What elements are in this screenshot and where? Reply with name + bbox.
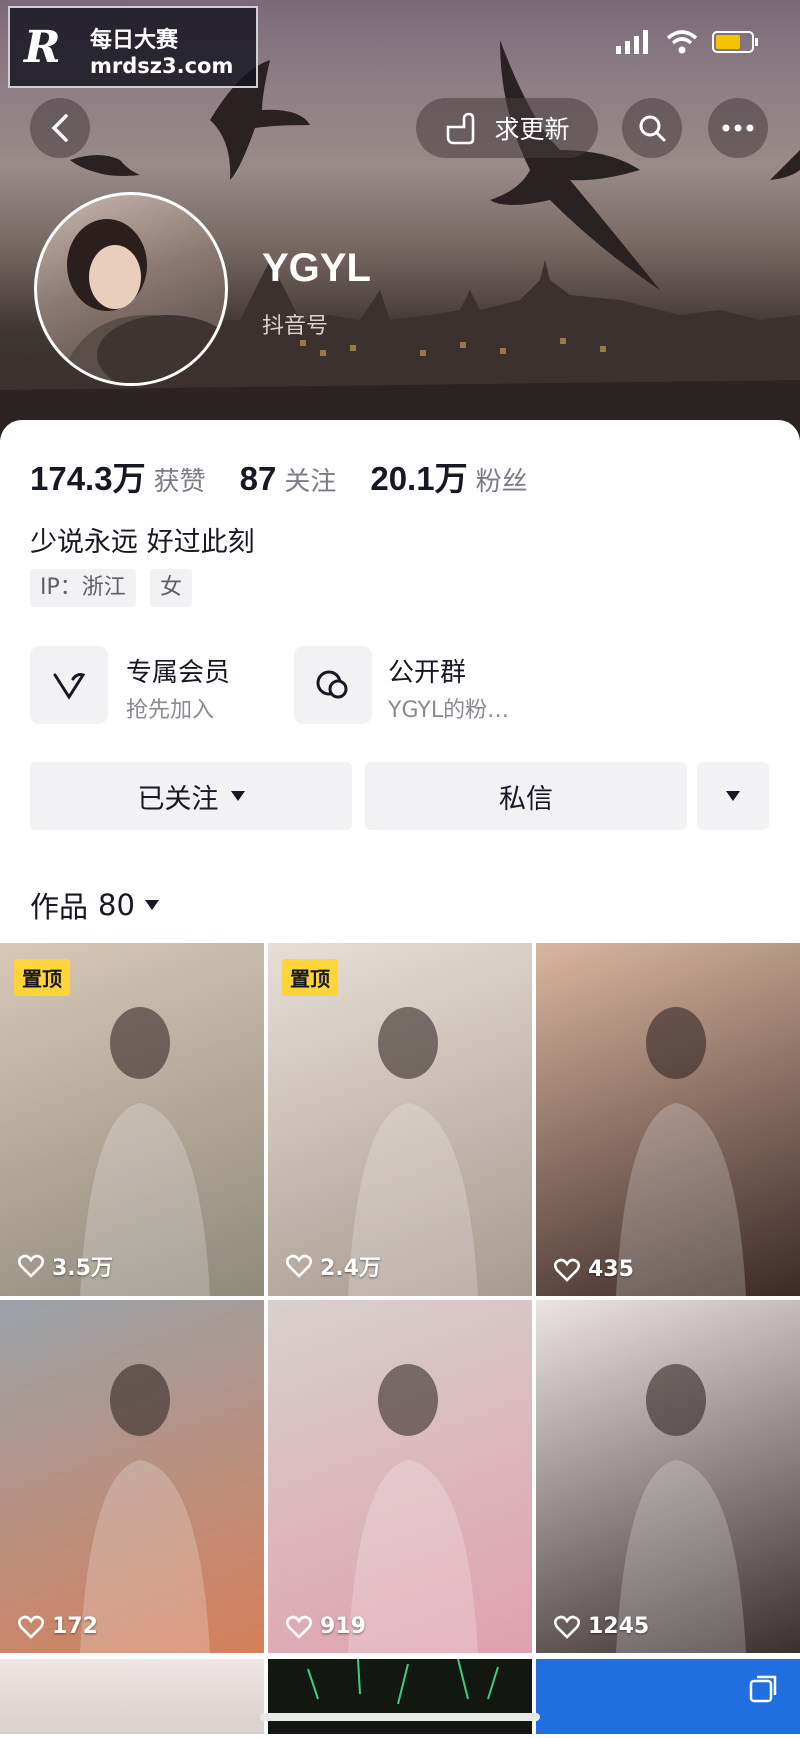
caret-down-icon [726,791,740,801]
stat-following-value: 87 [239,460,277,497]
video-thumbnail[interactable]: 172 [0,1300,264,1653]
heart-icon [286,1254,312,1278]
heart-icon [286,1615,312,1639]
video-cover-image [616,1364,746,1653]
video-thumbnail[interactable]: 置顶 2.4万 [268,943,532,1296]
video-thumbnail[interactable]: 置顶 3.5万 [0,943,264,1296]
following-label: 已关注 [137,783,219,815]
stat-likes-value: 174.3万 [30,460,146,497]
message-button[interactable]: 私信 [365,762,687,830]
video-thumbnail[interactable] [268,1658,532,1734]
exclusive-member-title: 专属会员 [126,658,231,688]
video-likes: 172 [18,1614,98,1639]
works-count: 80 [98,888,135,922]
group-chat-icon [294,646,372,724]
stat-followers[interactable]: 20.1万 粉丝 [370,452,527,500]
heart-icon [554,1258,580,1282]
video-cover-image [80,1364,210,1653]
video-thumbnail[interactable]: 435 [536,943,800,1296]
avatar[interactable] [34,192,228,386]
video-likes: 1245 [554,1614,649,1639]
gender-tag: 女 [150,569,193,607]
signal-icon [616,30,648,54]
pinned-badge: 置顶 [14,959,70,996]
works-tab[interactable]: 作品 80 [30,884,159,926]
video-thumbnail[interactable] [0,1659,264,1734]
video-likes-count: 172 [52,1614,98,1639]
video-cover-image [348,1364,478,1653]
more-options-button[interactable] [708,98,768,158]
stat-following-label: 关注 [284,467,337,497]
watermark-r-mark: R [24,22,61,73]
message-label: 私信 [499,783,553,815]
profile-name: YGYL [262,246,371,290]
back-button[interactable] [30,98,90,158]
video-likes-count: 3.5万 [52,1256,113,1281]
fireworks-image [307,1658,499,1705]
watermark-url: mrdsz3.com [90,54,234,78]
caret-down-icon [144,900,159,910]
pinned-badge: 置顶 [282,959,338,996]
douyin-id-label: 抖音号 [262,314,329,339]
following-button[interactable]: 已关注 [30,762,352,830]
video-likes-count: 1245 [588,1614,650,1639]
works-label: 作品 [30,890,89,924]
exclusive-member-subtitle: 抢先加入 [126,698,215,723]
video-likes: 919 [286,1614,366,1639]
heart-icon [18,1254,44,1278]
multi-image-icon [749,1675,777,1703]
caret-down-icon [230,791,245,801]
search-button[interactable] [622,98,682,158]
battery-icon [712,31,758,53]
more-actions-dropdown[interactable] [697,762,769,830]
stat-likes-label: 获赞 [153,467,206,497]
public-group-title: 公开群 [388,658,467,688]
video-likes: 435 [554,1257,634,1282]
profile-bio: 少说永远 好过此刻 [30,527,255,558]
wifi-icon [666,30,698,54]
video-likes-count: 919 [320,1614,366,1639]
finger-point-icon [447,112,475,145]
video-thumbnail[interactable] [536,1659,800,1734]
home-indicator[interactable] [260,1713,540,1721]
video-likes: 3.5万 [18,1250,113,1282]
request-update-label: 求更新 [494,115,570,144]
watermark-title: 每日大赛 [90,28,179,53]
heart-icon [18,1615,44,1639]
stat-likes[interactable]: 174.3万 获赞 [30,452,206,500]
chevron-left-icon [51,114,68,142]
stat-following[interactable]: 87 关注 [240,460,337,498]
stat-followers-label: 粉丝 [475,467,528,497]
request-update-button[interactable]: 求更新 [416,98,598,158]
video-cover-image [616,1007,746,1296]
video-thumbnail[interactable]: 919 [268,1300,532,1653]
video-likes-count: 2.4万 [320,1256,381,1281]
more-dots-icon [722,124,754,132]
status-bar [616,30,760,54]
stat-followers-value: 20.1万 [370,460,468,497]
vip-v-icon [30,646,108,724]
avatar-photo [58,219,225,383]
video-likes: 2.4万 [286,1250,381,1282]
video-likes-count: 435 [588,1257,634,1282]
public-group-subtitle: YGYL的粉… [388,698,510,723]
search-icon [639,115,666,142]
video-thumbnail[interactable]: 1245 [536,1300,800,1653]
heart-icon [554,1615,580,1639]
watermark-logo: R 每日大赛 mrdsz3.com [8,6,258,88]
profile-stats: 174.3万 获赞 87 关注 20.1万 粉丝 [30,452,528,500]
ip-location-tag: IP：浙江 [30,569,136,607]
